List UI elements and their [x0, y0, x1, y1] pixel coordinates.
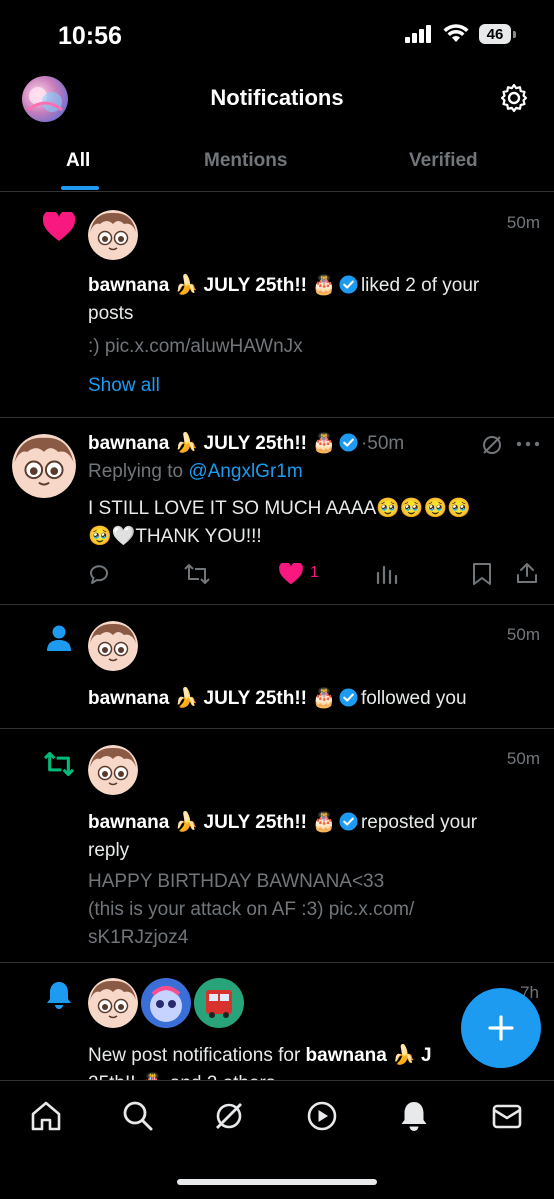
avatar[interactable] [88, 745, 138, 795]
avatar[interactable] [88, 210, 138, 260]
replying-prefix: Replying to [88, 461, 184, 482]
active-tab-indicator [61, 186, 99, 190]
avatar[interactable] [88, 621, 138, 671]
timestamp: 50m [506, 625, 540, 644]
compose-button[interactable] [461, 988, 541, 1068]
user-name[interactable]: bawnana 🍌 JULY 25th!! 🎂 [88, 275, 336, 296]
post-snippet-line2: (this is your attack on AF :3) pic.x.com… [88, 899, 415, 920]
avatar[interactable] [194, 978, 244, 1028]
tab-all[interactable]: All [66, 150, 90, 172]
verified-badge-icon [339, 812, 358, 831]
divider [0, 417, 554, 418]
messages-icon[interactable] [490, 1099, 524, 1133]
new-post-prefix: New post notifications for [88, 1045, 301, 1066]
post-snippet: :) pic.x.com/aluwHAWnJx [88, 336, 303, 357]
user-name[interactable]: bawnana 🍌 J [306, 1045, 432, 1066]
person-icon [47, 625, 71, 651]
tab-bar: All Mentions Verified [0, 136, 554, 192]
share-icon[interactable] [515, 561, 539, 585]
search-icon[interactable] [121, 1099, 155, 1133]
action-text: reposted your [360, 812, 478, 833]
user-name[interactable]: bawnana 🍌 JULY 25th!! 🎂 [88, 688, 336, 709]
reply-text-line1: I STILL LOVE IT SO MUCH AAAA🥹🥹🥹🥹 [88, 498, 471, 519]
clock: 10:56 [58, 22, 122, 50]
top-header: Notifications [0, 70, 554, 128]
action-text: followed you [360, 688, 467, 709]
repost-icon[interactable] [184, 562, 210, 586]
plus-icon [488, 1015, 514, 1041]
battery-indicator: 46 [479, 24, 516, 44]
grok-icon[interactable] [480, 433, 504, 457]
gear-icon[interactable] [498, 82, 530, 114]
action-text-cont: reply [88, 840, 130, 861]
timestamp: ·50m [360, 433, 405, 454]
video-play-icon[interactable] [305, 1099, 339, 1133]
signal-icon [405, 25, 431, 43]
divider [0, 604, 554, 605]
repost-icon [43, 751, 75, 777]
liked-heart-icon[interactable] [279, 563, 303, 585]
action-text: liked 2 of your [360, 275, 480, 296]
views-icon[interactable] [376, 563, 398, 585]
reply-text-line2: 🥹🤍THANK YOU!!! [88, 526, 262, 547]
tab-verified[interactable]: Verified [409, 150, 478, 172]
bookmark-icon[interactable] [472, 562, 492, 586]
home-icon[interactable] [29, 1099, 63, 1133]
timestamp: 50m [506, 213, 540, 232]
post-snippet-line1: HAPPY BIRTHDAY BAWNANA<33 [88, 871, 385, 892]
heart-icon [43, 212, 75, 241]
avatar[interactable] [12, 434, 76, 498]
bell-icon [47, 982, 71, 1009]
home-indicator [177, 1179, 377, 1185]
action-text-cont: posts [88, 303, 134, 324]
reply-icon[interactable] [88, 562, 112, 586]
show-all-link[interactable]: Show all [88, 372, 160, 400]
verified-badge-icon [339, 688, 358, 707]
avatar-art-icon [150, 986, 182, 1022]
bus-icon [206, 990, 232, 1018]
user-name[interactable]: bawnana 🍌 JULY 25th!! 🎂 [88, 433, 336, 454]
timestamp: 50m [506, 749, 540, 768]
battery-level: 46 [479, 24, 511, 44]
page-title: Notifications [210, 85, 344, 110]
divider [0, 962, 554, 963]
like-count: 1 [310, 564, 319, 581]
wifi-icon [443, 24, 469, 42]
status-bar: 10:56 46 [0, 0, 554, 70]
avatar[interactable] [88, 978, 138, 1028]
verified-badge-icon [339, 433, 358, 452]
post-actions: 1 [88, 560, 538, 590]
divider [0, 728, 554, 729]
user-name[interactable]: bawnana 🍌 JULY 25th!! 🎂 [88, 812, 336, 833]
tab-mentions[interactable]: Mentions [204, 150, 287, 172]
reply-mention-link[interactable]: @AngxlGr1m [188, 461, 302, 482]
notifications-bell-icon[interactable] [397, 1099, 431, 1133]
avatar[interactable] [141, 978, 191, 1028]
more-options-icon[interactable] [516, 440, 540, 448]
verified-badge-icon [339, 275, 358, 294]
grok-icon[interactable] [212, 1099, 246, 1133]
post-snippet-line3: sK1RJzjoz4 [88, 927, 189, 948]
